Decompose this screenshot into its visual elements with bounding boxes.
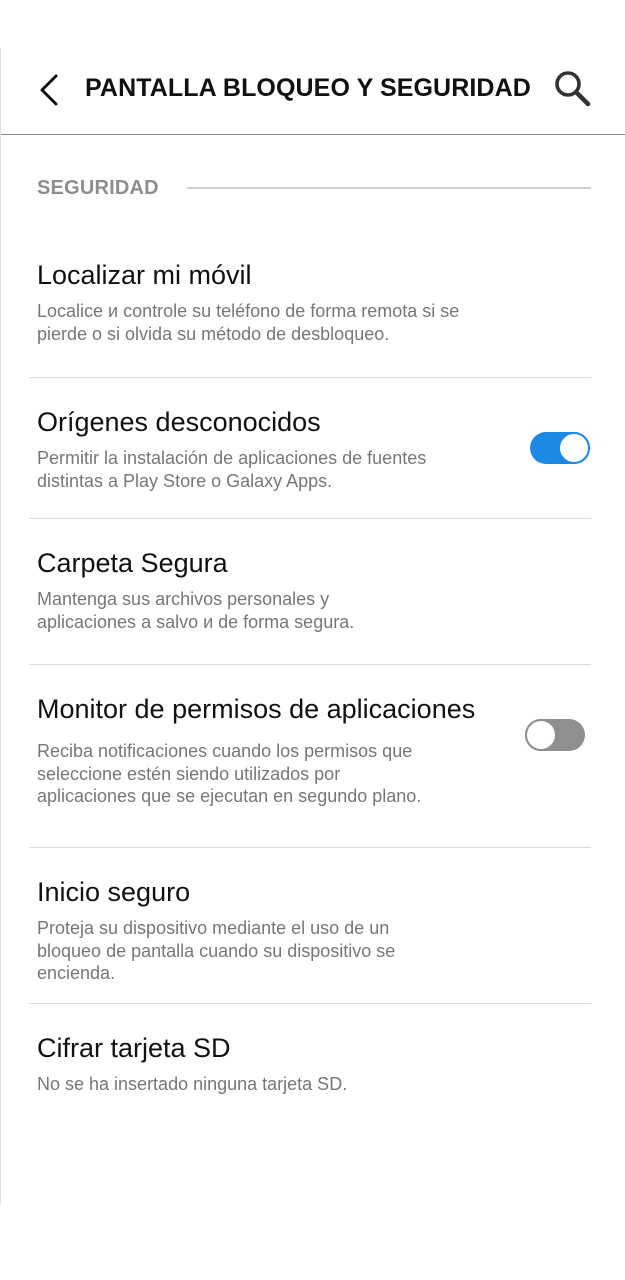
- setting-item-permission-monitor[interactable]: Monitor de permisos de aplicaciones Reci…: [29, 665, 591, 847]
- section-header: SEGURIDAD: [37, 177, 591, 201]
- setting-title: Inicio seguro: [37, 877, 191, 907]
- setting-title: Carpeta Segura: [37, 548, 228, 578]
- setting-description: Permitir la instalación de aplicaciones …: [37, 448, 427, 491]
- setting-title: Cifrar tarjeta SD: [37, 1033, 231, 1063]
- search-button[interactable]: [547, 63, 597, 113]
- unknown-sources-toggle[interactable]: [530, 432, 590, 464]
- setting-description: Proteja su dispositivo mediante el uso d…: [37, 918, 396, 983]
- section-divider: [187, 187, 591, 189]
- setting-item-secure-folder[interactable]: Carpeta Segura Mantenga sus archivos per…: [29, 519, 591, 664]
- setting-title: Monitor de permisos de aplicaciones: [37, 694, 476, 724]
- setting-title: Localizar mi móvil: [37, 260, 252, 290]
- permission-monitor-toggle[interactable]: [525, 719, 585, 751]
- setting-item-unknown-sources[interactable]: Orígenes desconocidos Permitir la instal…: [29, 378, 591, 518]
- settings-screen: PANTALLA BLOQUEO Y SEGURIDAD SEGURIDAD L…: [0, 48, 625, 1204]
- search-icon: [555, 71, 591, 107]
- setting-description: Mantenga sus archivos personales y aplic…: [37, 589, 355, 632]
- chevron-left-icon: [40, 74, 58, 106]
- setting-description: Localice и controle su teléfono de forma…: [37, 301, 460, 344]
- setting-item-encrypt-sd[interactable]: Cifrar tarjeta SD No se ha insertado nin…: [29, 1004, 591, 1124]
- toggle-knob: [525, 719, 557, 751]
- setting-description: Reciba notificaciones cuando los permiso…: [37, 741, 422, 806]
- app-bar: PANTALLA BLOQUEO Y SEGURIDAD: [1, 48, 625, 135]
- setting-item-secure-startup[interactable]: Inicio seguro Proteja su dispositivo med…: [29, 848, 591, 1003]
- setting-title: Orígenes desconocidos: [37, 407, 321, 437]
- setting-description: No se ha insertado ninguna tarjeta SD.: [37, 1074, 348, 1094]
- setting-item-find-my-mobile[interactable]: Localizar mi móvil Localice и controle s…: [29, 238, 591, 378]
- toggle-knob: [558, 432, 590, 464]
- back-button[interactable]: [27, 68, 71, 112]
- page-title: PANTALLA BLOQUEO Y SEGURIDAD: [85, 74, 531, 102]
- section-label: SEGURIDAD: [37, 177, 159, 199]
